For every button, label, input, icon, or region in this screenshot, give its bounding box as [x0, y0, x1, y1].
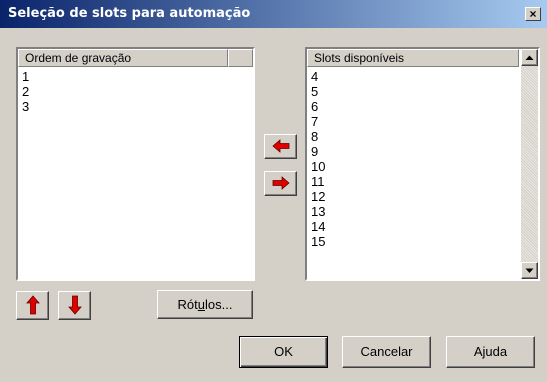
help-button[interactable]: Ajuda	[446, 336, 535, 368]
list-item[interactable]: 5	[311, 84, 325, 99]
scroll-up-icon	[525, 55, 534, 60]
list-item[interactable]: 8	[311, 129, 325, 144]
arrow-left-icon	[271, 139, 289, 153]
arrow-up-icon	[25, 295, 40, 315]
help-button-label: Ajuda	[473, 344, 508, 359]
list-item[interactable]: 13	[311, 204, 325, 219]
ok-button[interactable]: OK	[239, 336, 328, 368]
scroll-down-icon	[525, 268, 534, 273]
move-down-button[interactable]	[58, 291, 91, 320]
title-bar: Seleção de slots para automação ×	[0, 0, 547, 28]
list-item[interactable]: 1	[22, 69, 29, 84]
list-item[interactable]: 10	[311, 159, 325, 174]
list-item[interactable]: 3	[22, 99, 29, 114]
close-button[interactable]: ×	[525, 7, 541, 21]
cancel-button-label: Cancelar	[360, 344, 413, 359]
available-slots-header-label: Slots disponíveis	[314, 51, 405, 65]
list-item[interactable]: 6	[311, 99, 325, 114]
recording-order-list[interactable]: Ordem de gravação 123	[16, 47, 255, 281]
arrow-down-icon	[67, 295, 82, 315]
move-right-button[interactable]	[264, 171, 297, 196]
available-slots-header[interactable]: Slots disponíveis	[307, 49, 519, 67]
available-slots-list[interactable]: Slots disponíveis 4 5 6 7 8 9 10 11 12 13 14 15	[305, 47, 540, 281]
list-item[interactable]: 15	[311, 234, 325, 249]
ok-button-label: OK	[274, 344, 293, 359]
list-item[interactable]: 11	[311, 174, 325, 189]
list-item[interactable]: 2	[22, 84, 29, 99]
recording-order-header[interactable]: Ordem de gravação	[18, 49, 228, 67]
move-left-button[interactable]	[264, 134, 297, 159]
list-item[interactable]: 4	[311, 69, 325, 84]
labels-button[interactable]: Rótulos...	[157, 290, 253, 319]
header-filler	[228, 49, 253, 67]
scroll-up-button[interactable]	[521, 49, 538, 66]
cancel-button[interactable]: Cancelar	[342, 336, 431, 368]
vertical-scrollbar[interactable]	[521, 49, 538, 279]
close-icon: ×	[529, 7, 537, 21]
list-item[interactable]: 14	[311, 219, 325, 234]
move-up-button[interactable]	[16, 291, 49, 320]
recording-order-header-label: Ordem de gravação	[25, 51, 132, 65]
labels-button-label: Rótulos...	[177, 297, 233, 312]
dialog-title: Seleção de slots para automação	[8, 6, 251, 21]
list-item[interactable]: 12	[311, 189, 325, 204]
list-item[interactable]: 7	[311, 114, 325, 129]
scroll-down-button[interactable]	[521, 262, 538, 279]
list-item[interactable]: 9	[311, 144, 325, 159]
arrow-right-icon	[272, 176, 290, 190]
